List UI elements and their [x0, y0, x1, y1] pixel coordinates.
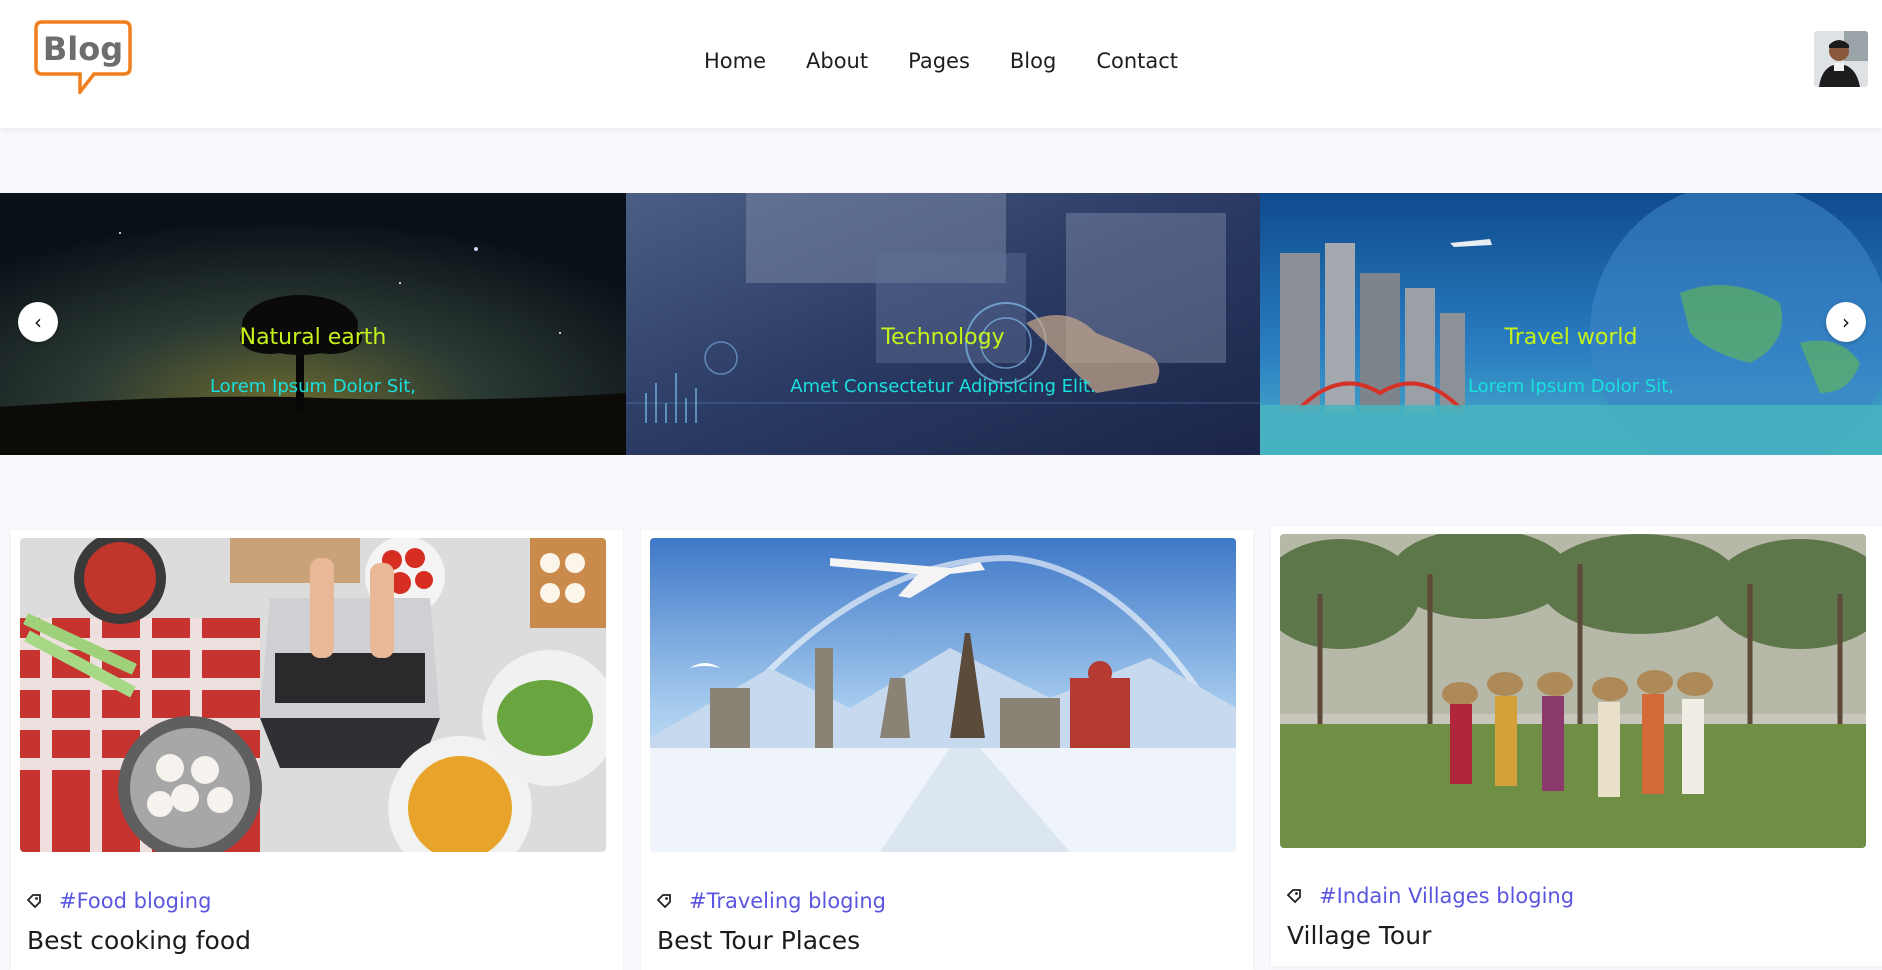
main-nav: Home About Pages Blog Contact	[704, 47, 1178, 75]
post-tag-row: #Food bloging	[25, 889, 211, 913]
travel-city-image	[1260, 193, 1882, 455]
nav-blog[interactable]: Blog	[1010, 47, 1056, 75]
post-tag-link[interactable]: #Indain Villages bloging	[1319, 884, 1574, 908]
user-avatar[interactable]	[1814, 31, 1868, 87]
slide-subtitle: Lorem Ipsum Dolor Sit,	[1467, 376, 1675, 397]
post-title[interactable]: Best Tour Places	[657, 926, 860, 955]
nav-home[interactable]: Home	[704, 47, 766, 75]
post-image[interactable]	[650, 538, 1236, 852]
nav-pages[interactable]: Pages	[908, 47, 970, 75]
slide-title: Natural earth	[239, 325, 387, 350]
slide-title: Travel world	[1504, 325, 1638, 350]
svg-text:Blog: Blog	[43, 30, 123, 68]
slide-subtitle: Lorem Ipsum Dolor Sit,	[209, 376, 417, 397]
post-card[interactable]: #Traveling bloging Best Tour Places	[641, 530, 1253, 970]
cooking-food-image	[20, 538, 606, 852]
slide-natural-earth[interactable]: Natural earth Lorem Ipsum Dolor Sit,	[0, 193, 626, 455]
chevron-right-icon: ›	[1842, 310, 1850, 334]
tag-icon	[26, 894, 41, 909]
slide-travel-world[interactable]: Travel world Lorem Ipsum Dolor Sit,	[1260, 193, 1882, 455]
tag-icon	[656, 894, 671, 909]
slider-next-button[interactable]: ›	[1826, 302, 1866, 342]
post-image[interactable]	[20, 538, 606, 852]
slide-technology[interactable]: Technology Amet Consectetur Adipisicing …	[626, 193, 1260, 455]
site-header: Blog Home About Pages Blog Contact	[0, 0, 1882, 128]
travel-landmarks-image	[650, 538, 1236, 852]
technology-image	[626, 193, 1260, 455]
post-card[interactable]: #Food bloging Best cooking food	[11, 530, 623, 970]
post-image[interactable]	[1280, 534, 1866, 848]
slide-title: Technology	[881, 325, 1005, 350]
post-tag-link[interactable]: #Food bloging	[59, 889, 211, 913]
chevron-left-icon: ‹	[34, 310, 42, 334]
village-women-image	[1280, 534, 1866, 848]
post-tag-link[interactable]: #Traveling bloging	[689, 889, 886, 913]
post-tag-row: #Indain Villages bloging	[1285, 884, 1574, 908]
post-tag-row: #Traveling bloging	[655, 889, 886, 913]
slide-subtitle: Amet Consectetur Adipisicing Elit.	[790, 376, 1096, 397]
hero-slider: Natural earth Lorem Ipsum Dolor Sit, Tec…	[0, 193, 1882, 455]
slider-prev-button[interactable]: ‹	[18, 302, 58, 342]
blog-logo[interactable]: Blog	[34, 20, 132, 94]
post-title[interactable]: Best cooking food	[27, 926, 251, 955]
nav-contact[interactable]: Contact	[1096, 47, 1178, 75]
post-card[interactable]: #Indain Villages bloging Village Tour	[1271, 526, 1882, 966]
nav-about[interactable]: About	[806, 47, 868, 75]
tag-icon	[1286, 889, 1301, 904]
night-tree-image	[0, 193, 626, 455]
post-title[interactable]: Village Tour	[1287, 921, 1431, 950]
